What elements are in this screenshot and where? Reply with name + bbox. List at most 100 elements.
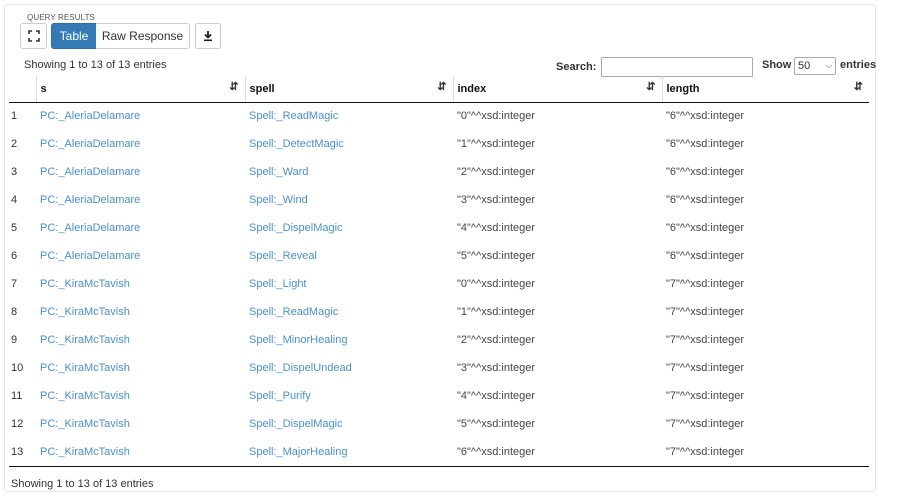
subject-link[interactable]: PC:_AleriaDelamare (36, 186, 245, 214)
panel-title: QUERY RESULTS (27, 13, 95, 22)
index-value: "4"^^xsd:integer (457, 390, 536, 402)
table-row: 2 PC:_AleriaDelamare Spell:_DetectMagic "1"… (9, 130, 869, 158)
row-number: 10 (11, 362, 24, 374)
index-value: "2"^^xsd:integer (457, 334, 536, 346)
row-number: 8 (11, 306, 18, 318)
spell-link[interactable]: Spell:_DetectMagic (245, 130, 453, 158)
table-row: 10 PC:_KiraMcTavish Spell:_DispelUndead "3"… (9, 354, 869, 382)
spell-link[interactable]: Spell:_DispelMagic (245, 410, 453, 438)
length-value: "7"^^xsd:integer (666, 278, 745, 290)
index-value: "5"^^xsd:integer (457, 418, 536, 430)
spell-link[interactable]: Spell:_DispelUndead (245, 354, 453, 382)
table-row: 6 PC:_AleriaDelamare Spell:_Reveal "5"^^xsd… (9, 242, 869, 270)
results-table: s ⇵ spell ⇵ index ⇵ length ⇵ 1 PC:_Aleria… (9, 76, 869, 467)
spell-link[interactable]: Spell:_Light (245, 270, 453, 298)
length-value: "7"^^xsd:integer (666, 418, 745, 430)
subject-link[interactable]: PC:_KiraMcTavish (36, 438, 245, 467)
subject-link[interactable]: PC:_AleriaDelamare (36, 102, 245, 130)
row-number: 2 (11, 138, 18, 150)
subject-link[interactable]: PC:_AleriaDelamare (36, 242, 245, 270)
spell-link[interactable]: Spell:_MajorHealing (245, 438, 453, 467)
column-header-spell[interactable]: spell ⇵ (244, 76, 453, 103)
row-number: 9 (11, 334, 18, 346)
subject-link[interactable]: PC:_AleriaDelamare (36, 158, 245, 186)
show-label: Show (762, 59, 792, 71)
sort-icon[interactable]: ⇵ (437, 82, 446, 93)
spell-link[interactable]: Spell:_ReadMagic (245, 102, 453, 130)
sort-icon[interactable]: ⇵ (646, 82, 655, 93)
column-header-label: s (40, 82, 47, 95)
subject-link[interactable]: PC:_AleriaDelamare (36, 214, 245, 242)
index-value: "1"^^xsd:integer (457, 306, 536, 318)
row-number: 12 (11, 418, 24, 430)
spell-link[interactable]: Spell:_ReadMagic (245, 298, 453, 326)
column-header-label: index (457, 82, 487, 95)
page-size-select[interactable]: 50 ⌵ (794, 57, 836, 75)
spell-link[interactable]: Spell:_Wind (245, 186, 453, 214)
length-value: "7"^^xsd:integer (666, 306, 745, 318)
download-icon (204, 31, 212, 42)
row-number: 4 (11, 194, 18, 206)
sort-icon[interactable]: ⇵ (229, 82, 238, 93)
length-value: "6"^^xsd:integer (666, 222, 745, 234)
index-value: "6"^^xsd:integer (453, 438, 662, 467)
subject-link[interactable]: PC:_KiraMcTavish (36, 354, 245, 382)
length-value: "6"^^xsd:integer (666, 194, 745, 206)
entries-info-bottom: Showing 1 to 13 of 13 entries (11, 478, 154, 490)
subject-link[interactable]: PC:_KiraMcTavish (36, 326, 245, 354)
index-value: "4"^^xsd:integer (457, 222, 536, 234)
spell-link[interactable]: Spell:_MinorHealing (245, 326, 453, 354)
length-value: "6"^^xsd:integer (666, 166, 745, 178)
tab-raw-response[interactable]: Raw Response (96, 23, 190, 49)
row-number: 7 (11, 278, 18, 290)
table-row: 1 PC:_AleriaDelamare Spell:_ReadMagic "0"^^… (9, 102, 869, 130)
table-row: 3 PC:_AleriaDelamare Spell:_Ward "2"^^xsd:i… (9, 158, 869, 186)
table-row: 13 PC:_KiraMcTavish Spell:_MajorHealing "6"… (9, 438, 869, 467)
index-value: "2"^^xsd:integer (457, 166, 536, 178)
column-header-s[interactable]: s ⇵ (35, 76, 245, 103)
row-number: 3 (11, 166, 18, 178)
subject-link[interactable]: PC:_KiraMcTavish (36, 270, 245, 298)
row-number: 13 (9, 438, 36, 467)
search-label: Search: (556, 61, 597, 73)
table-row: 9 PC:_KiraMcTavish Spell:_MinorHealing "2"^… (9, 326, 869, 354)
subject-link[interactable]: PC:_KiraMcTavish (36, 410, 245, 438)
index-value: "1"^^xsd:integer (457, 138, 536, 150)
spell-link[interactable]: Spell:_Purify (245, 382, 453, 410)
spell-link[interactable]: Spell:_Ward (245, 158, 453, 186)
length-value: "7"^^xsd:integer (666, 390, 745, 402)
index-value: "0"^^xsd:integer (457, 110, 536, 123)
table-header-row: s ⇵ spell ⇵ index ⇵ length ⇵ (9, 76, 869, 103)
column-header-label: spell (249, 82, 275, 95)
index-value: "3"^^xsd:integer (457, 194, 536, 206)
column-header-label: length (666, 82, 700, 95)
tab-table[interactable]: Table (51, 23, 97, 49)
subject-link[interactable]: PC:_KiraMcTavish (36, 382, 245, 410)
table-row: 5 PC:_AleriaDelamare Spell:_DispelMagic "4"… (9, 214, 869, 242)
expand-button[interactable] (20, 23, 47, 49)
length-value: "7"^^xsd:integer (662, 438, 869, 467)
length-value: "6"^^xsd:integer (666, 110, 745, 123)
entries-label: entries (840, 59, 877, 71)
entries-info-top: Showing 1 to 13 of 13 entries (24, 59, 167, 71)
expand-icon (27, 30, 40, 42)
length-value: "7"^^xsd:integer (666, 334, 745, 346)
search-input[interactable] (601, 57, 753, 77)
table-body: 1 PC:_AleriaDelamare Spell:_ReadMagic "0"^^… (9, 102, 869, 467)
index-value: "0"^^xsd:integer (457, 278, 536, 290)
column-header-index[interactable]: index ⇵ (452, 76, 662, 103)
column-header-row-number (9, 76, 36, 103)
spell-link[interactable]: Spell:_DispelMagic (245, 214, 453, 242)
spell-link[interactable]: Spell:_Reveal (245, 242, 453, 270)
length-value: "6"^^xsd:integer (666, 250, 745, 262)
column-header-length[interactable]: length ⇵ (661, 76, 869, 103)
subject-link[interactable]: PC:_KiraMcTavish (36, 298, 245, 326)
subject-link[interactable]: PC:_AleriaDelamare (36, 130, 245, 158)
download-button[interactable] (195, 23, 221, 49)
row-number: 1 (11, 110, 18, 123)
table-row: 12 PC:_KiraMcTavish Spell:_DispelMagic "5"^… (9, 410, 869, 438)
table-row: 11 PC:_KiraMcTavish Spell:_Purify "4"^^xsd:… (9, 382, 869, 410)
chevron-down-icon: ⌵ (825, 61, 832, 70)
sort-icon[interactable]: ⇵ (854, 82, 863, 93)
length-value: "6"^^xsd:integer (666, 138, 745, 150)
